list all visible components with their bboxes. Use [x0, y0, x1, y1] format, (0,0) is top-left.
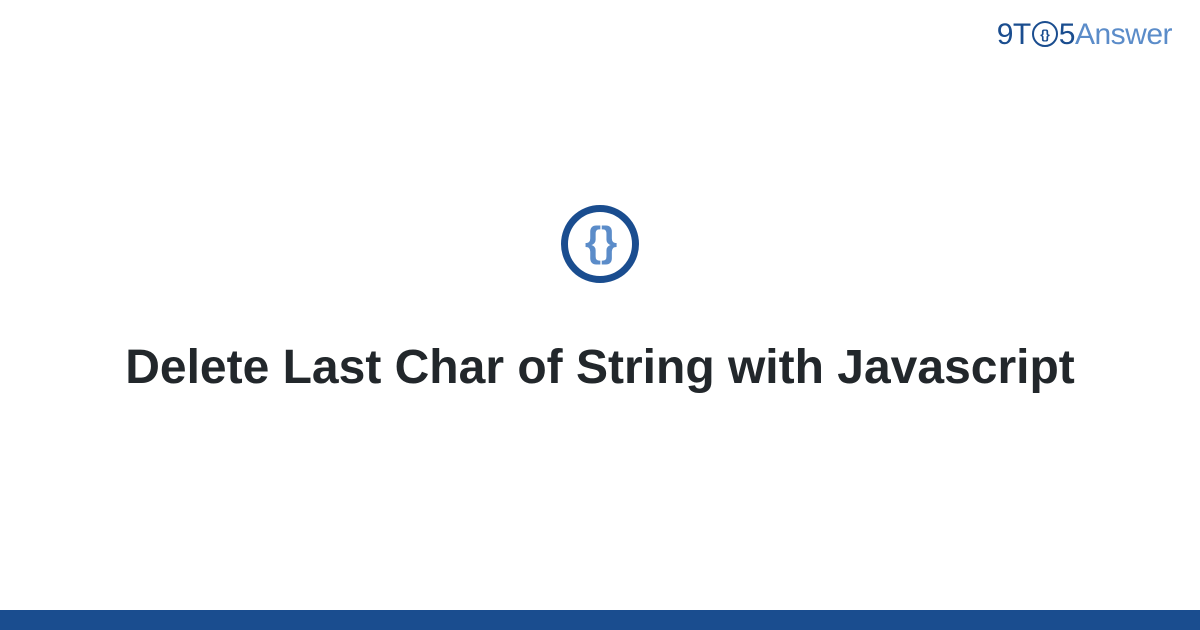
- braces-symbol: { }: [585, 221, 611, 263]
- footer-accent-bar: [0, 610, 1200, 630]
- main-content: { } Delete Last Char of String with Java…: [0, 0, 1200, 610]
- code-braces-icon: { }: [561, 205, 639, 283]
- page-title: Delete Last Char of String with Javascri…: [125, 337, 1075, 398]
